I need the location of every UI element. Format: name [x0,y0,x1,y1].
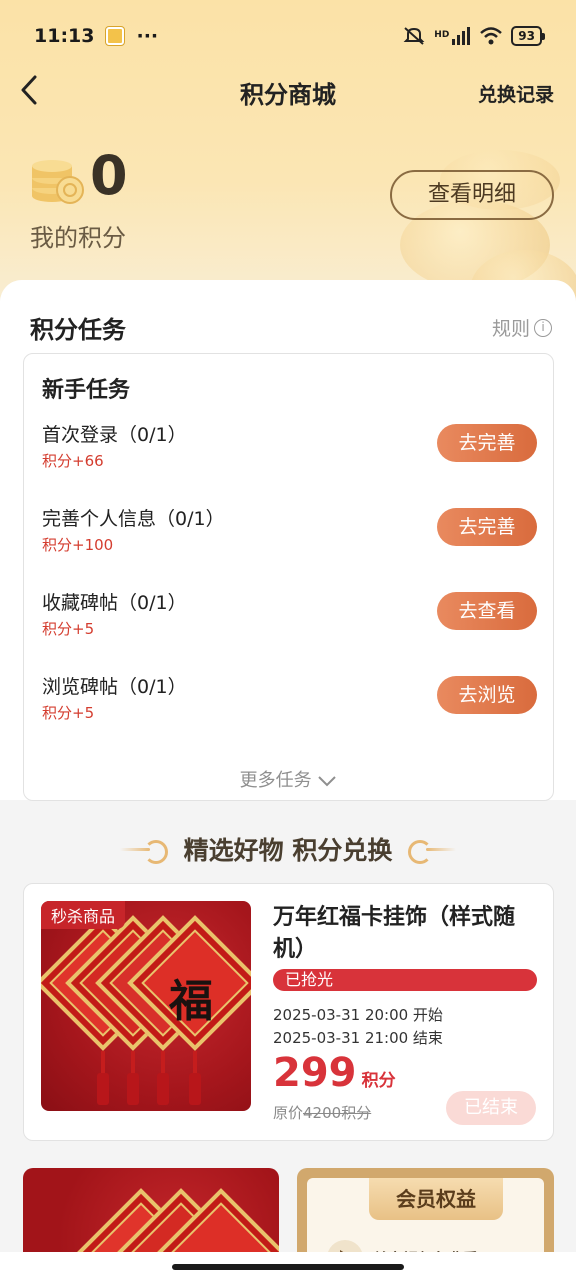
original-price: 原价4200积分 [273,1102,371,1123]
points-label: 我的积分 [30,224,126,252]
product-image: 福 秒杀商品 [41,901,251,1111]
task-row: 完善个人信息（0/1） 积分+100 去完善 [42,504,537,568]
task-action-button[interactable]: 去完善 [437,508,537,546]
task-reward: 积分+5 [42,620,95,638]
task-name: 浏览碑帖（0/1） [42,676,187,698]
task-reward: 积分+100 [42,536,114,554]
tasks-section-title: 积分任务 [30,316,126,344]
task-name: 完善个人信息（0/1） [42,508,225,530]
home-indicator[interactable] [172,1264,404,1270]
task-row: 首次登录（0/1） 积分+66 去完善 [42,420,537,484]
task-name: 首次登录（0/1） [42,424,187,446]
goods-section-title: 精选好物 积分兑换 [183,836,393,865]
exchange-records-link[interactable]: 兑换记录 [478,80,554,107]
original-price-label: 原价 [273,1104,304,1122]
task-action-button[interactable]: 去完善 [437,424,537,462]
coins-icon [32,160,84,204]
newbie-tasks-card: 新手任务 首次登录（0/1） 积分+66 去完善 完善个人信息（0/1） 积分+… [23,353,554,801]
task-reward: 积分+5 [42,704,95,722]
battery-indicator: 93 [511,26,545,46]
start-time: 2025-03-31 20:00 开始 [273,1006,443,1024]
main-panel: 积分任务 规则 i 新手任务 首次登录（0/1） 积分+66 去完善 完善个人信… [0,280,576,1280]
product-card[interactable]: 福 秒杀商品 万年红福卡挂饰（样式随机） 已抢光 2025-03-31 20:0… [23,883,554,1141]
view-details-button[interactable]: 查看明细 [390,170,554,220]
info-icon: i [534,318,552,337]
goods-section-header: 精选好物 积分兑换 [0,829,576,869]
task-action-button[interactable]: 去查看 [437,592,537,630]
flash-sale-badge: 秒杀商品 [41,901,126,929]
nav-bar: 积分商城 兑换记录 [0,72,576,112]
tassel [97,1051,109,1105]
cloud-ornament-icon [408,840,457,864]
signal-icon [452,27,471,45]
task-name: 收藏碑帖（0/1） [42,592,187,614]
network-label: HD [434,30,450,40]
task-card-title: 新手任务 [42,378,131,403]
page-title: 积分商城 [240,80,336,109]
chevron-down-icon [318,776,337,787]
tassel [127,1051,139,1105]
mute-icon [403,27,425,45]
ended-button[interactable]: 已结束 [446,1091,536,1125]
rules-label: 规则 [491,318,530,340]
more-tasks-label: 更多任务 [239,770,312,791]
fu-character: 福 [169,976,213,1027]
back-button[interactable] [18,74,40,112]
more-notifications-icon: ··· [136,25,159,47]
sold-out-badge: 已抢光 [273,969,537,991]
task-row: 收藏碑帖（0/1） 积分+5 去查看 [42,588,537,652]
cloud-ornament-icon [119,840,168,864]
task-action-button[interactable]: 去浏览 [437,676,537,714]
tassel [157,1051,169,1105]
price-value: 299 [273,1050,357,1096]
task-reward: 积分+66 [42,452,104,470]
member-benefits-title: 会员权益 [369,1178,503,1220]
product-price: 299 积分 [273,1050,396,1096]
status-bar: 11:13 ··· HD 93 [0,0,576,72]
original-price-value: 4200积分 [303,1104,372,1122]
tassel [189,1051,201,1105]
notes-app-icon [106,27,125,45]
product-name: 万年红福卡挂饰（样式随机） [273,905,516,962]
rules-link[interactable]: 规则 i [492,314,552,341]
wifi-icon [480,27,503,45]
end-time: 2025-03-31 21:00 结束 [273,1029,443,1047]
price-unit: 积分 [361,1071,396,1091]
more-tasks-button[interactable]: 更多任务 [24,766,553,792]
task-row: 浏览碑帖（0/1） 积分+5 去浏览 [42,672,537,736]
chevron-left-icon [21,75,37,105]
status-time: 11:13 [34,25,95,47]
points-value: 0 [90,144,128,207]
